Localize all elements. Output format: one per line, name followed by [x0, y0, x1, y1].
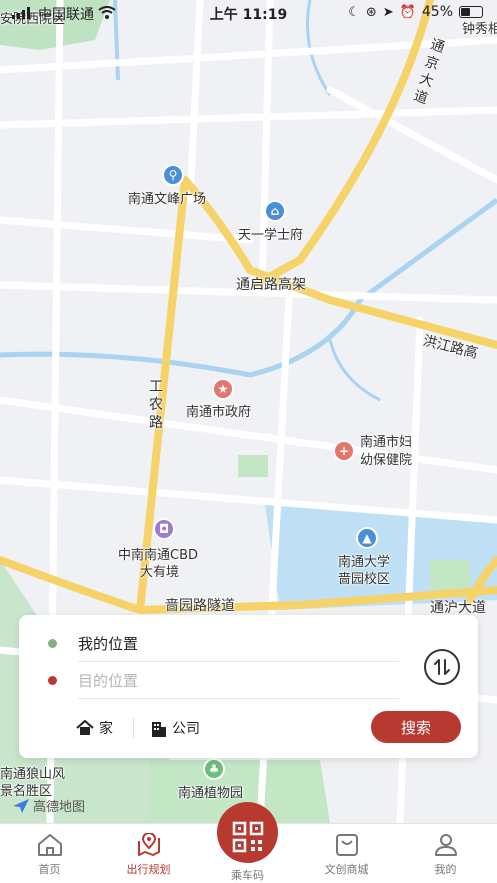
map-label-gongnong: 工农路 [149, 379, 163, 431]
alarm-icon: ⏰ [399, 4, 416, 20]
swap-arrows-icon [434, 659, 450, 675]
qr-code-icon [232, 821, 263, 853]
bus-station-icon[interactable]: ⚲ [162, 164, 184, 186]
ride-code-button[interactable] [217, 802, 278, 863]
map-label-botanic[interactable]: 南通植物园 [178, 786, 243, 802]
map-label-uni2[interactable]: 啬园校区 [338, 572, 390, 588]
map-logo-text: 高德地图 [33, 800, 86, 815]
school-icon[interactable]: ⌂ [264, 200, 286, 222]
tab-ride-code[interactable]: 乘车码 [198, 802, 297, 883]
university-icon[interactable]: ▲ [356, 527, 378, 549]
bottom-tab-bar: 首页 出行规划 乘车码 文创商城 我的 [0, 802, 497, 883]
shopping-icon[interactable]: ◘ [153, 518, 175, 540]
home-label: 家 [99, 721, 113, 737]
status-bar: 中国联通 上午 11:19 ☾ ⊛ ➤ ⏰ 45% [0, 0, 497, 26]
battery-percent: 45% [421, 4, 453, 20]
tab-trip-planning[interactable]: 出行规划 [99, 824, 198, 883]
battery-icon [459, 6, 483, 18]
map-label-wenfeng[interactable]: 南通文峰广场 [128, 192, 206, 208]
amap-logo-icon [13, 798, 29, 813]
building-icon [152, 721, 166, 737]
map-label-uni1[interactable]: 南通大学 [338, 555, 390, 571]
map-label-fuyou1[interactable]: 南通市妇 [360, 435, 412, 451]
route-search-card: 我的位置 目的位置 家 公司 搜索 [19, 615, 478, 758]
search-button[interactable]: 搜索 [371, 711, 461, 743]
map-label-fuyou2[interactable]: 幼保健院 [360, 453, 412, 469]
home-tab-icon [37, 834, 62, 856]
home-icon [76, 720, 94, 735]
origin-dot-icon [48, 639, 57, 648]
tab-shop-label: 文创商城 [324, 863, 369, 876]
map-label-tongqi: 通启路高架 [236, 277, 306, 293]
company-shortcut[interactable]: 公司 [151, 717, 200, 739]
tab-home[interactable]: 首页 [0, 824, 99, 883]
tab-trip-planning-label: 出行规划 [126, 863, 171, 876]
map-label-tunnel: 啬园路隧道 [165, 598, 235, 614]
map-label-cbd1[interactable]: 中南南通CBD [118, 548, 198, 564]
government-icon[interactable]: ★ [212, 378, 234, 400]
map-pin-tab-icon [137, 833, 160, 856]
orientation-lock-icon: ⊛ [365, 4, 377, 20]
map-label-tianyi[interactable]: 天一学士府 [238, 228, 303, 244]
wifi-icon [98, 6, 116, 19]
tab-shop[interactable]: 文创商城 [297, 824, 396, 883]
hospital-icon[interactable]: + [333, 440, 355, 462]
location-arrow-icon: ➤ [382, 4, 394, 20]
map-logo: 高德地图 [12, 796, 85, 815]
carrier-name: 中国联通 [38, 7, 94, 23]
destination-placeholder: 目的位置 [78, 672, 139, 690]
shopping-bag-icon [335, 834, 358, 856]
home-shortcut[interactable]: 家 [76, 717, 113, 739]
destination-field[interactable]: 目的位置 [19, 661, 419, 699]
swap-button[interactable] [424, 649, 460, 685]
tab-mine[interactable]: 我的 [396, 824, 495, 883]
map-label-langshan1[interactable]: 南通狼山风 [0, 767, 65, 783]
origin-text: 我的位置 [78, 635, 139, 653]
signal-icon [12, 7, 30, 19]
user-icon [434, 834, 457, 856]
map-label-cbd2[interactable]: 大有境 [140, 565, 179, 581]
company-label: 公司 [172, 721, 200, 737]
tab-home-label: 首页 [38, 863, 61, 876]
destination-dot-icon [48, 676, 57, 685]
park-icon[interactable]: ♣ [203, 758, 225, 780]
tab-ride-code-label: 乘车码 [231, 869, 264, 882]
moon-icon: ☾ [348, 4, 360, 20]
map-label-gov[interactable]: 南通市政府 [186, 405, 251, 421]
tab-mine-label: 我的 [434, 863, 457, 876]
origin-field[interactable]: 我的位置 [19, 624, 419, 662]
map-label-tonghu: 通沪大道 [430, 600, 486, 616]
